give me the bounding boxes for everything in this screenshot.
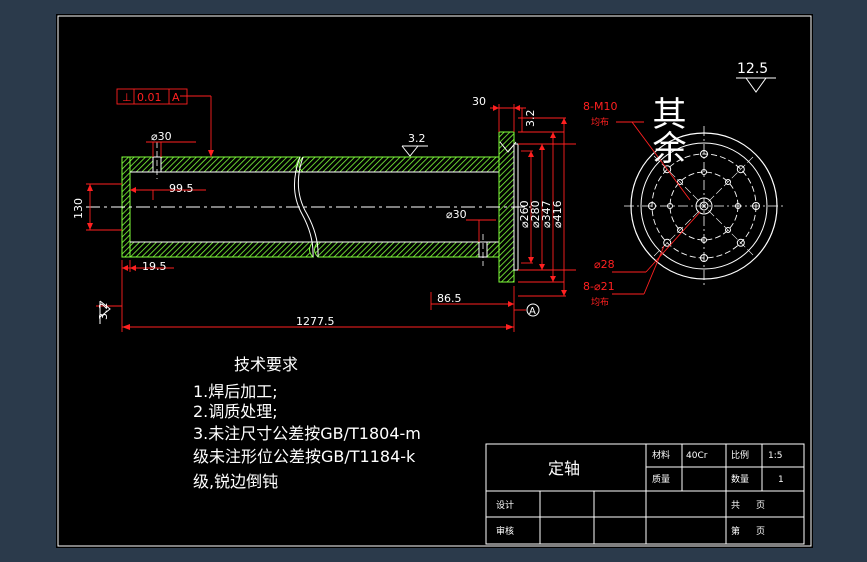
side-view	[612, 121, 784, 295]
callout-tapped-sub: 均布	[591, 116, 609, 128]
flatness-datum: A	[172, 91, 180, 104]
front-view: ⊥ 0.01 A 3.2 3.2 ⌀30 99.5 130 19.5 1277.…	[72, 88, 576, 332]
page-unit: 页	[756, 500, 765, 511]
roughness-top-value: 3.2	[408, 132, 426, 145]
technical-notes: 技术要求 1.焊后加工; 2.调质处理; 3.未注尺寸公差按GB/T1804-m…	[193, 355, 421, 491]
dim-dia-416: ⌀416	[551, 200, 564, 228]
pipe-wall-top-left	[121, 156, 301, 173]
pipe-wall-bottom-right	[314, 241, 500, 258]
total-label: 共	[731, 500, 740, 511]
weight-label: 质量	[652, 473, 670, 485]
dim-wall-length: 19.5	[142, 260, 167, 273]
flatness-value: 0.01	[137, 91, 162, 104]
qty-value: 1	[778, 475, 784, 485]
dim-total-length: 1277.5	[296, 315, 335, 328]
pipe-wall-top-right	[298, 156, 500, 173]
checker-label: 审核	[496, 525, 514, 537]
note-line-5: 级,锐边倒钝	[193, 472, 278, 491]
dim-flange-offset: 86.5	[437, 292, 462, 305]
callout-holes2-sub: 均布	[591, 296, 609, 308]
material-value: 40Cr	[686, 451, 708, 461]
note-line-2: 2.调质处理;	[193, 402, 278, 421]
dim-flange-thickness: 30	[472, 95, 486, 108]
page-unit-2: 页	[756, 526, 765, 537]
designer-label: 设计	[496, 499, 514, 511]
rest-roughness-symbol	[736, 77, 776, 93]
cad-drawing: ⊥ 0.01 A 3.2 3.2 ⌀30 99.5 130 19.5 1277.…	[57, 15, 812, 547]
dim-hole-dia-right: ⌀30	[446, 208, 467, 221]
scale-label: 比例	[731, 449, 749, 461]
callout-holes2: 8-⌀21	[583, 280, 615, 293]
drawing-sheet: ⊥ 0.01 A 3.2 3.2 ⌀30 99.5 130 19.5 1277.…	[56, 14, 813, 548]
callout-tapped: 8-M10	[583, 100, 617, 113]
sheet-label: 第	[731, 525, 740, 537]
note-line-1: 1.焊后加工;	[193, 382, 278, 401]
scale-value: 1:5	[768, 451, 782, 461]
note-line-4: 级未注形位公差按GB/T1184-k	[193, 447, 416, 466]
notes-heading: 技术要求	[234, 355, 298, 374]
pipe-wall-bottom-left	[121, 241, 315, 258]
dim-flange-chamfer: 3.2	[524, 110, 537, 128]
dim-outer-diameter: 130	[72, 198, 85, 219]
rest-label: 其余	[646, 96, 686, 164]
datum-label: A	[529, 306, 536, 317]
material-label: 材料	[652, 449, 670, 461]
callout-hole: ⌀28	[594, 258, 615, 271]
part-name: 定轴	[548, 459, 580, 478]
dim-hole-dia-top: ⌀30	[151, 130, 172, 143]
rest-roughness-value: 12.5	[737, 61, 768, 77]
qty-label: 数量	[731, 473, 749, 485]
roughness-left-value: 3.2	[97, 303, 110, 321]
dim-inner-length: 99.5	[169, 182, 194, 195]
flatness-symbol: ⊥	[122, 91, 132, 104]
note-line-3: 3.未注尺寸公差按GB/T1804-m	[193, 424, 421, 443]
